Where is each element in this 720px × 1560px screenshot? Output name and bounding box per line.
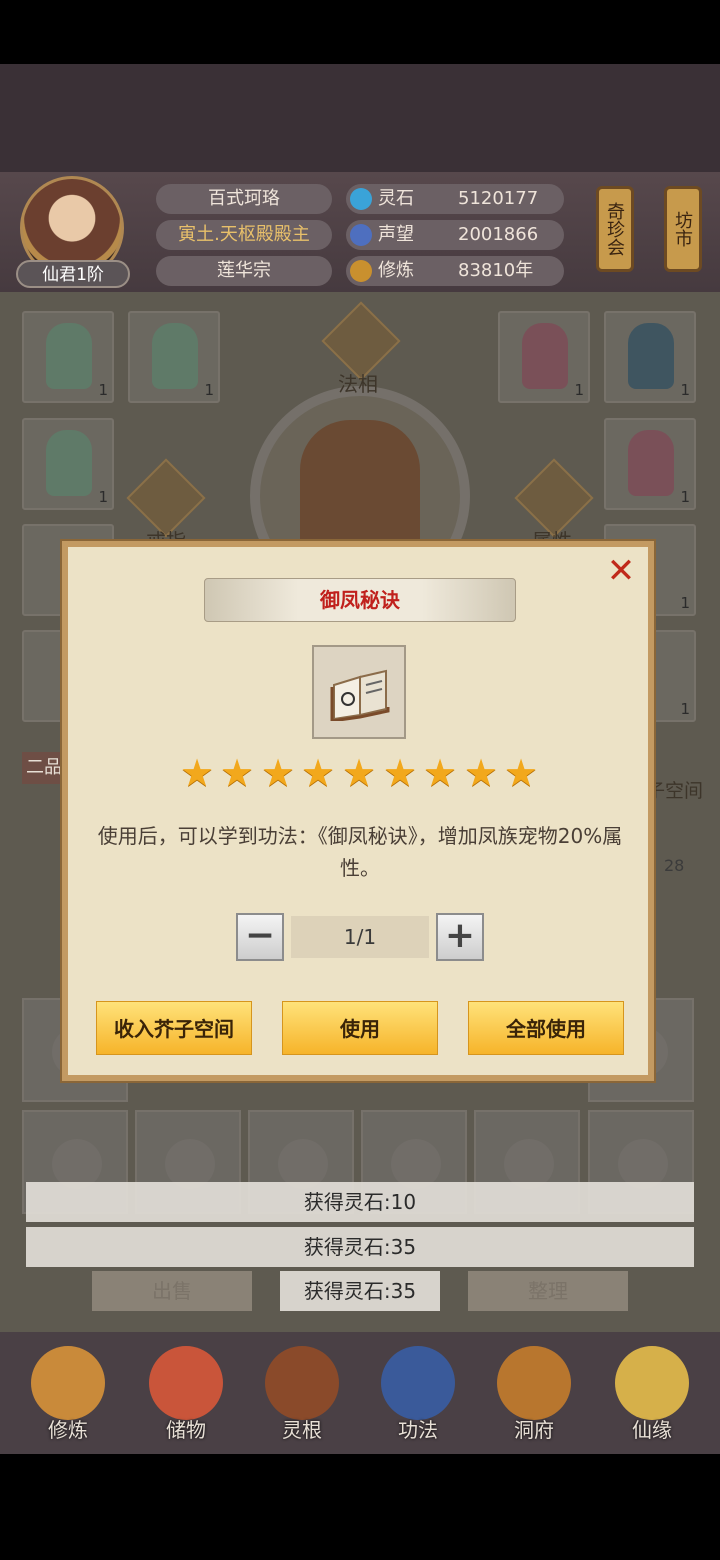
technique-book-icon [381,1346,455,1420]
stat-value: 2001866 [458,224,539,245]
nav-label: 灵根 [282,1418,322,1442]
storage-bag-icon [149,1346,223,1420]
star-icon: ★ [219,751,255,795]
dharma-form-label: 法相 [338,372,378,396]
treasure-auction-button[interactable]: 奇珍会 [596,186,634,272]
slot-count: 1 [98,381,108,399]
nav-spirit-root[interactable]: 灵根 [252,1342,352,1448]
slot-count: 1 [680,381,690,399]
star-icon: ★ [503,751,539,795]
slot-count: 1 [204,381,214,399]
meditation-icon [31,1346,105,1420]
spirit-stone-icon [350,188,372,210]
slot-count: 1 [98,488,108,506]
spirit-root-icon [265,1346,339,1420]
stat-value: 83810年 [458,260,534,281]
system-nav-bar [0,1454,720,1560]
slot-count: 1 [680,488,690,506]
dialog-title: 御凤秘诀 [204,578,516,622]
robe-icon [522,323,568,389]
close-icon[interactable]: ✕ [604,554,638,590]
status-bar [0,0,720,64]
slot-count: 1 [574,381,584,399]
slot-count: 1 [680,700,690,718]
stat-label: 声望 [378,224,414,245]
character-name: 百式珂珞 [156,184,332,214]
star-icon: ★ [382,751,418,795]
nav-cultivate[interactable]: 修炼 [18,1342,118,1448]
prestige-icon [350,224,372,246]
robe-icon [628,323,674,389]
nav-label: 修炼 [48,1418,88,1442]
rank-badge: 仙君1阶 [16,260,130,288]
star-icon: ★ [300,751,336,795]
use-all-button[interactable]: 全部使用 [468,1001,624,1055]
nav-immortal-fate[interactable]: 仙缘 [602,1342,702,1448]
stat-prestige: 声望 2001866 [346,220,564,250]
reward-toast: 获得灵石:35 [280,1271,440,1311]
character-title: 寅土.天枢殿殿主 [156,220,332,250]
space-tab[interactable]: 子空间 [646,776,703,803]
cultivation-icon [350,260,372,282]
equip-slot[interactable]: 1 [604,418,696,510]
sort-button[interactable]: 整理 [468,1271,628,1311]
quantity-display: 1/1 [291,916,429,958]
item-description: 使用后，可以学到功法：《御凤秘诀》，增加凤族宠物20%属性。 [97,824,623,880]
robe-icon [46,430,92,496]
reward-toast: 获得灵石:10 [26,1182,694,1222]
robe-icon [46,323,92,389]
space-count: 28 [664,856,685,875]
cave-dwelling-icon [497,1346,571,1420]
nav-technique[interactable]: 功法 [368,1342,468,1448]
equip-slot[interactable]: 1 [498,311,590,403]
immortal-fate-icon [615,1346,689,1420]
nav-label: 功法 [398,1418,438,1442]
store-in-space-button[interactable]: 收入芥子空间 [96,1001,252,1055]
star-icon: ★ [463,751,499,795]
book-icon [330,669,390,721]
market-button[interactable]: 坊市 [664,186,702,272]
star-icon: ★ [179,751,215,795]
stat-spirit-stone: 灵石 5120177 [346,184,564,214]
star-icon: ★ [422,751,458,795]
stat-cultivation: 修炼 83810年 [346,256,564,286]
stat-label: 灵石 [378,188,414,209]
slot-count: 1 [680,594,690,612]
nav-label: 储物 [166,1418,206,1442]
item-use-dialog [62,541,654,1081]
robe-icon [152,323,198,389]
nav-label: 仙缘 [632,1418,672,1442]
nav-label: 洞府 [514,1418,554,1442]
decrease-button[interactable]: − [236,913,284,961]
star-icon: ★ [341,751,377,795]
reward-toast: 获得灵石:35 [26,1227,694,1267]
increase-button[interactable]: + [436,913,484,961]
star-icon: ★ [260,751,296,795]
equip-slot[interactable]: 1 [22,311,114,403]
equip-slot[interactable]: 1 [22,418,114,510]
stat-value: 5120177 [458,188,539,209]
item-icon-frame [312,645,406,739]
equip-slot[interactable]: 1 [128,311,220,403]
nav-storage[interactable]: 储物 [136,1342,236,1448]
stat-label: 修炼 [378,260,414,281]
header-backdrop [0,64,720,174]
equip-slot[interactable]: 1 [604,311,696,403]
sect-name: 莲华宗 [156,256,332,286]
sell-button[interactable]: 出售 [92,1271,252,1311]
use-button[interactable]: 使用 [282,1001,438,1055]
robe-icon [628,430,674,496]
nav-cave[interactable]: 洞府 [484,1342,584,1448]
